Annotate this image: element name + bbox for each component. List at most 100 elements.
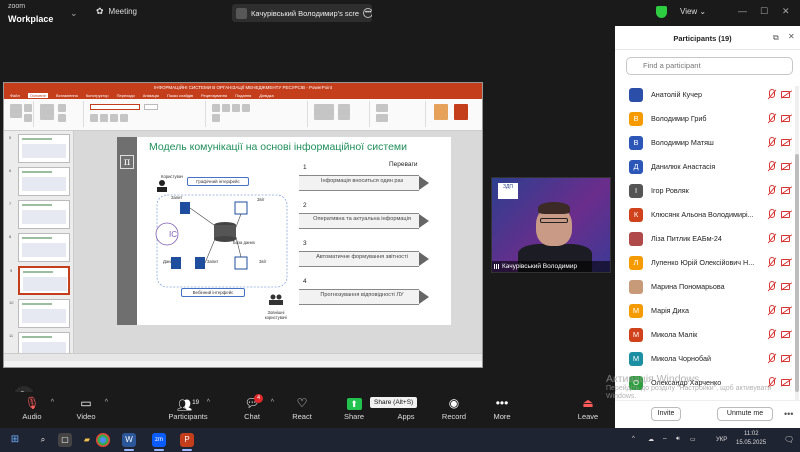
minimize-icon[interactable]: — <box>738 6 747 16</box>
participant-row[interactable]: В Володимир Матяш <box>615 131 793 155</box>
underline-icon[interactable] <box>110 114 118 122</box>
participant-row[interactable]: Ліза Питлик ЕАБм-24 <box>615 227 793 251</box>
slide-thumbnail[interactable]: 7 <box>9 200 70 229</box>
participants-button[interactable]: 👥︎19 Participants ^ <box>164 394 212 426</box>
notifications-icon[interactable]: 🗨︎ <box>784 435 794 444</box>
wifi-icon[interactable]: ⌔ <box>662 436 668 444</box>
battery-icon[interactable]: ▭ <box>690 436 696 443</box>
language-indicator[interactable]: УКР <box>716 437 727 443</box>
react-button[interactable]: ♡ React <box>278 394 326 426</box>
participant-row[interactable]: К Клюсянк Альона Володимирі... <box>615 203 793 227</box>
app-menu-chevron-icon[interactable]: ⌄ <box>70 8 78 19</box>
arrange-icon[interactable] <box>338 104 350 120</box>
volume-icon[interactable]: 🔊︎ <box>676 436 680 443</box>
video-button[interactable]: ▭ Video ^ <box>62 394 110 426</box>
participant-row[interactable]: М Марія Диха <box>615 299 793 323</box>
unmute-me-button[interactable]: Unmute me <box>717 407 773 421</box>
clock-date[interactable]: 15.05.2025 <box>736 440 766 446</box>
invite-button[interactable]: Invite <box>651 407 681 421</box>
layout-icon[interactable] <box>58 104 66 112</box>
powerpoint-icon[interactable]: P <box>180 433 194 447</box>
meeting-tab[interactable]: ✿ Meeting <box>96 6 137 17</box>
audio-button[interactable]: 🎙︎ Audio ^ <box>8 394 56 426</box>
slide-thumbnail[interactable]: 8 <box>9 233 70 262</box>
line-spacing-icon[interactable] <box>212 114 220 122</box>
numbering-icon[interactable] <box>222 104 230 112</box>
word-icon[interactable]: W <box>122 433 136 447</box>
chat-button[interactable]: 💬︎ 4 Chat ^ <box>228 394 276 426</box>
video-options-chevron-icon[interactable]: ^ <box>105 399 108 406</box>
view-button[interactable]: View ⌄ <box>680 7 706 16</box>
file-explorer-icon[interactable]: ▰ <box>80 433 94 447</box>
paste-icon[interactable] <box>10 104 22 118</box>
slide-thumbnail[interactable]: 6 <box>9 167 70 196</box>
dictate-icon[interactable] <box>434 104 448 120</box>
chat-options-chevron-icon[interactable]: ^ <box>271 399 274 406</box>
find-icon[interactable] <box>376 104 388 112</box>
more-button[interactable]: ••• More <box>478 394 526 426</box>
align-left-icon[interactable] <box>232 104 240 112</box>
screen-share-indicator[interactable]: Качурівський Володимир's scre ••• <box>232 4 372 22</box>
cut-icon[interactable] <box>24 104 32 112</box>
font-size-select[interactable] <box>144 104 158 110</box>
panel-close-icon[interactable]: ✕ <box>788 32 795 41</box>
search-taskbar-icon[interactable]: ⌕ <box>36 433 50 447</box>
participant-row[interactable]: Д Данилюк Анастасія <box>615 155 793 179</box>
participant-search-input[interactable]: Find a participant <box>626 57 793 75</box>
participant-list-scroll-thumb[interactable] <box>795 154 799 392</box>
participant-row[interactable]: І Ігор Ровляк <box>615 179 793 203</box>
current-slide[interactable]: π Модель комунікації на основі інформаці… <box>117 137 451 325</box>
designer-icon[interactable] <box>454 104 468 120</box>
participant-row[interactable]: Марина Пономарьова <box>615 275 793 299</box>
participant-row[interactable]: М Микола Чорнобай <box>615 347 793 371</box>
ppt-tab[interactable]: Вставлення <box>56 93 78 98</box>
font-color-icon[interactable] <box>120 114 128 122</box>
participant-row[interactable]: М Микола Малік <box>615 323 793 347</box>
ppt-tab[interactable]: Подання <box>235 93 251 98</box>
audio-options-chevron-icon[interactable]: ^ <box>51 399 54 406</box>
shapes-icon[interactable] <box>314 104 334 120</box>
record-button[interactable]: ◉ Record <box>430 394 478 426</box>
ppt-tab[interactable]: Анімація <box>143 93 159 98</box>
font-name-select[interactable] <box>90 104 140 110</box>
bold-icon[interactable] <box>90 114 98 122</box>
bullets-icon[interactable] <box>212 104 220 112</box>
ppt-tab[interactable]: Показ слайдів <box>167 93 193 98</box>
clock-time[interactable]: 11:02 <box>744 431 759 437</box>
leave-button[interactable]: ⏏ Leave <box>564 394 612 426</box>
encryption-shield-icon[interactable] <box>656 6 667 18</box>
italic-icon[interactable] <box>100 114 108 122</box>
speaker-video-tile[interactable]: ЗДП Качурівський Володимир <box>491 177 611 273</box>
align-center-icon[interactable] <box>242 104 250 112</box>
participant-row[interactable]: Анатолій Кучер <box>615 83 793 107</box>
panel-more-icon[interactable]: ••• <box>784 409 793 419</box>
chrome-icon[interactable] <box>96 433 110 447</box>
participant-row[interactable]: В Володимир Гриб <box>615 107 793 131</box>
participant-row[interactable]: Л Лупенко Юрій Олексійович Н... <box>615 251 793 275</box>
task-view-icon[interactable]: ▢ <box>58 433 72 447</box>
popout-icon[interactable]: ⧉ <box>773 33 779 43</box>
participant-row[interactable]: О Олександр Харченко <box>615 371 793 395</box>
ppt-tab[interactable]: Файл <box>10 93 20 98</box>
participants-options-chevron-icon[interactable]: ^ <box>207 399 210 406</box>
ppt-tab[interactable]: Переходи <box>117 93 135 98</box>
zoom-taskbar-icon[interactable]: zm <box>152 433 166 447</box>
slide-thumbnail[interactable]: 9 <box>10 266 70 295</box>
shared-powerpoint-window[interactable]: ІНФОРМАЦІЙНІ СИСТЕМИ В ОРГАНІЗАЦІЇ МЕНЕД… <box>3 82 483 368</box>
share-more-icon[interactable]: ••• <box>363 8 372 18</box>
slide-thumbnail[interactable]: 10 <box>9 299 70 328</box>
window-close-icon[interactable]: ✕ <box>782 6 790 17</box>
ppt-tab[interactable]: Довідка <box>259 93 273 98</box>
replace-icon[interactable] <box>376 114 388 122</box>
reset-icon[interactable] <box>58 114 66 122</box>
windows-start-icon[interactable]: ⊞ <box>8 433 22 447</box>
ppt-tab[interactable]: Рецензування <box>201 93 227 98</box>
slide-thumbnail[interactable]: 5 <box>9 134 70 163</box>
copy-icon[interactable] <box>24 114 32 122</box>
ppt-tab[interactable]: Конструктор <box>86 93 109 98</box>
tray-chevron-icon[interactable]: ^ <box>632 436 635 442</box>
new-slide-icon[interactable] <box>40 104 54 120</box>
ppt-tab[interactable]: Основне <box>27 93 48 98</box>
maximize-icon[interactable]: ☐ <box>760 6 768 17</box>
cloud-icon[interactable]: ☁ <box>648 436 654 443</box>
